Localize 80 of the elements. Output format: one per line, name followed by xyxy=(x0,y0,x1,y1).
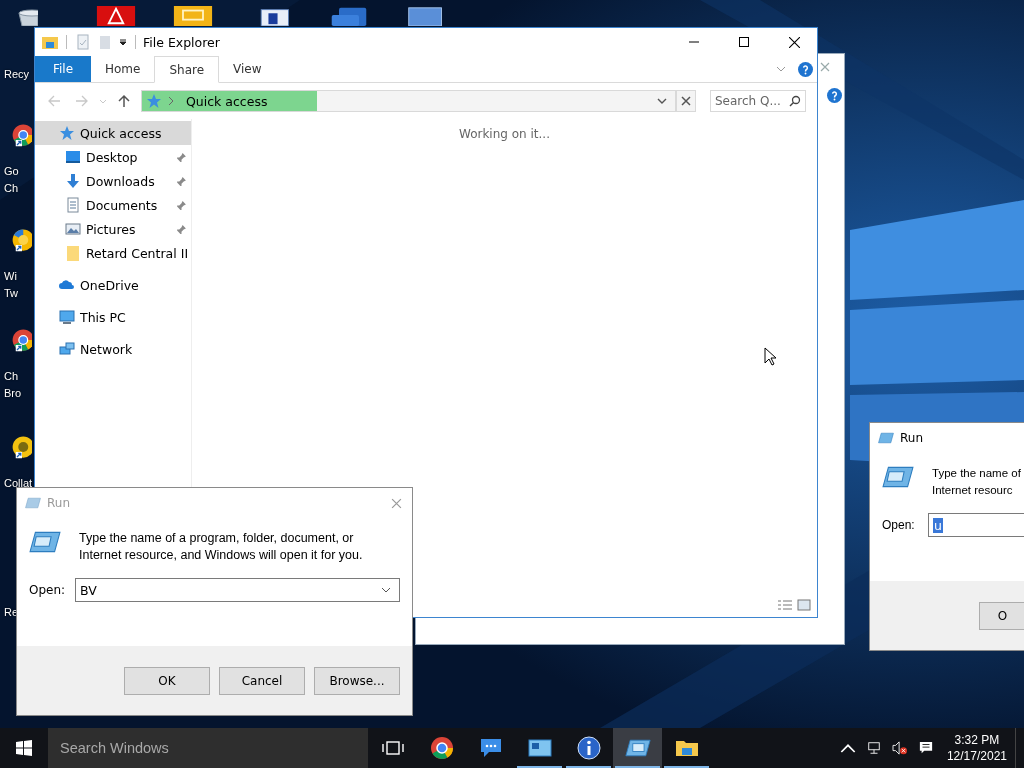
app-icon[interactable] xyxy=(172,6,214,26)
dialog-button[interactable]: Cancel xyxy=(219,666,305,695)
input-field[interactable]: u xyxy=(928,513,1024,537)
star-icon xyxy=(59,125,75,141)
network-icon[interactable] xyxy=(865,741,882,755)
run-icon xyxy=(882,465,914,489)
nav-item[interactable]: Retard Central II xyxy=(35,241,191,265)
nav-item[interactable]: This PC xyxy=(35,305,191,329)
folder-icon xyxy=(674,738,699,758)
maximize-icon xyxy=(739,37,749,47)
nav-item[interactable]: Downloads xyxy=(35,169,191,193)
run-icon xyxy=(29,530,61,554)
dialog-title: Run xyxy=(47,496,70,510)
loading-message: Working on it... xyxy=(459,127,550,141)
icon-label: Tw xyxy=(4,286,19,301)
search-field[interactable]: Search Q... xyxy=(710,90,806,112)
icon-label: Ch xyxy=(4,181,19,196)
folder-icon[interactable] xyxy=(41,34,59,50)
dialog-button[interactable]: OK xyxy=(124,666,210,695)
network-icon xyxy=(59,341,75,357)
nav-item[interactable]: Documents xyxy=(35,193,191,217)
cursor-icon xyxy=(764,347,776,366)
taskbar-button[interactable] xyxy=(613,728,662,768)
nav-item[interactable]: Desktop xyxy=(35,145,191,169)
icon-label: Recy xyxy=(4,67,30,82)
down-arrow-icon xyxy=(65,173,81,189)
chevron-right-icon xyxy=(168,96,174,106)
windows-logo-icon xyxy=(16,740,32,756)
desktop-icon xyxy=(65,149,81,165)
app-window-icon xyxy=(527,738,552,758)
nav-item[interactable]: Network xyxy=(35,337,191,361)
dialog-message: Type the name of Internet resourc xyxy=(932,466,1021,498)
chevron-down-icon[interactable] xyxy=(381,587,391,593)
document-icon xyxy=(65,197,81,213)
star-icon xyxy=(146,93,162,109)
field-label: Open: xyxy=(882,518,914,532)
run-icon xyxy=(878,432,894,444)
clock[interactable]: 3:32 PM 12/17/2021 xyxy=(938,728,1015,768)
close-icon xyxy=(788,36,800,48)
up-arrow-icon[interactable] xyxy=(117,94,131,108)
search-icon xyxy=(789,95,801,107)
app-icon[interactable] xyxy=(95,6,137,26)
muted-speaker-icon[interactable] xyxy=(891,741,908,755)
icon-label: Go xyxy=(4,164,19,179)
nav-item[interactable]: OneDrive xyxy=(35,273,191,297)
caret-icon[interactable] xyxy=(118,37,128,47)
task-view-icon xyxy=(380,740,405,756)
icon-label: Wi xyxy=(4,269,17,284)
icon-label: Collat xyxy=(4,476,33,491)
monitor-icon xyxy=(59,309,75,325)
dialog-button[interactable]: Browse... xyxy=(314,666,400,695)
dialog-button[interactable]: O xyxy=(979,601,1024,630)
window-title: File Explorer xyxy=(143,34,220,50)
picture-frame-icon xyxy=(65,221,81,237)
info-icon xyxy=(576,736,601,760)
stop-button[interactable] xyxy=(676,90,696,112)
chevron-down-icon[interactable] xyxy=(657,98,667,104)
ribbon-tab[interactable]: View xyxy=(219,56,276,82)
combo-box[interactable]: BV xyxy=(75,578,400,602)
folder-icon xyxy=(65,245,81,261)
icon-label: Ch xyxy=(4,369,19,384)
chrome-icon xyxy=(429,736,454,760)
close-icon xyxy=(681,96,691,106)
file-menu-tab[interactable]: File xyxy=(35,56,91,82)
run-icon xyxy=(624,738,651,758)
search-field[interactable]: Search Windows xyxy=(48,728,368,768)
close-icon[interactable] xyxy=(391,497,402,509)
help-icon[interactable] xyxy=(798,61,813,77)
ribbon-tab[interactable]: Home xyxy=(91,56,155,82)
chat-icon xyxy=(478,737,503,759)
nav-item[interactable]: Pictures xyxy=(35,217,191,241)
ribbon-tab[interactable]: Share xyxy=(154,56,220,83)
icon-label: Bro xyxy=(4,386,22,401)
dialog-message: Type the name of a program, folder, document, or Internet resource, and Windows will open it for you. xyxy=(79,530,364,564)
help-icon[interactable] xyxy=(827,88,842,103)
dialog-title: Run xyxy=(900,431,923,445)
notification-icon[interactable] xyxy=(917,741,934,755)
run-icon xyxy=(25,497,41,509)
address-bar[interactable]: Quick access xyxy=(141,90,676,112)
nav-item[interactable]: Quick access xyxy=(35,121,191,145)
